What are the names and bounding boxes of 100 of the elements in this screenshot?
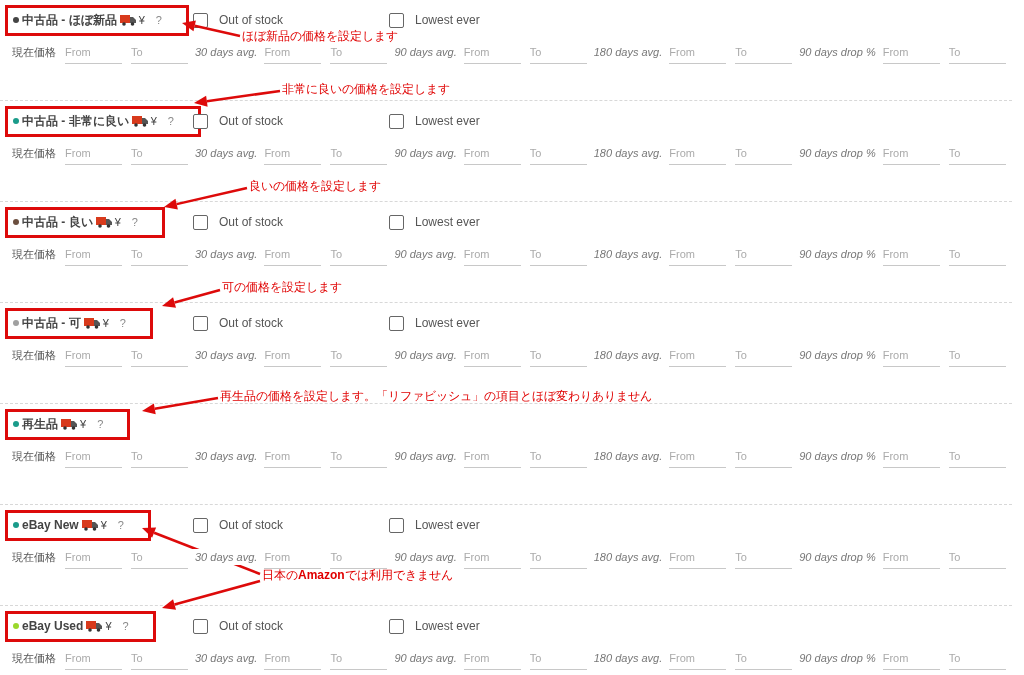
- input-field[interactable]: From: [463, 545, 521, 569]
- input-field[interactable]: To: [948, 444, 1006, 468]
- condition-label: 中古品 - 可: [22, 315, 81, 332]
- input-field[interactable]: From: [65, 343, 122, 367]
- input-field[interactable]: To: [529, 343, 587, 367]
- input-field[interactable]: To: [529, 444, 587, 468]
- checkbox[interactable]: [389, 517, 404, 533]
- row-label: 現在価格: [12, 246, 57, 262]
- input-field[interactable]: From: [264, 545, 322, 569]
- input-field[interactable]: From: [65, 444, 122, 468]
- input-field[interactable]: From: [264, 646, 322, 670]
- truck-icon: [61, 418, 77, 430]
- input-field[interactable]: To: [948, 242, 1006, 266]
- input-field[interactable]: From: [264, 141, 322, 165]
- input-field[interactable]: To: [529, 40, 587, 64]
- truck-icon: [131, 115, 148, 127]
- condition-label: eBay Used: [22, 618, 84, 635]
- input-field[interactable]: From: [65, 141, 122, 165]
- input-field[interactable]: From: [264, 242, 322, 266]
- input-field[interactable]: From: [669, 545, 727, 569]
- help-icon[interactable]: ?: [119, 314, 126, 332]
- input-field[interactable]: From: [882, 646, 940, 670]
- checkbox-label: Out of stock: [219, 517, 284, 534]
- annotation-text: 日本のAmazonでは利用できません: [262, 567, 453, 583]
- checkbox[interactable]: [389, 113, 404, 129]
- input-field[interactable]: To: [529, 646, 587, 670]
- input-field[interactable]: From: [882, 343, 940, 367]
- checkbox[interactable]: [389, 618, 404, 634]
- checkbox[interactable]: [389, 12, 404, 28]
- checkbox[interactable]: [193, 618, 208, 634]
- help-icon[interactable]: ?: [122, 617, 129, 635]
- input-field[interactable]: From: [65, 646, 122, 670]
- help-icon[interactable]: ?: [155, 11, 162, 29]
- input-field[interactable]: From: [882, 141, 940, 165]
- condition-label: 中古品 - 非常に良い: [22, 113, 129, 130]
- input-field[interactable]: From: [463, 141, 521, 165]
- checkbox-label: Lowest ever: [415, 517, 480, 534]
- input-field[interactable]: From: [463, 40, 521, 64]
- row-label: 現在価格: [12, 549, 57, 565]
- truck-icon: [119, 14, 136, 26]
- annotation-text: 可の価格を設定します: [222, 279, 342, 295]
- checkbox[interactable]: [193, 315, 208, 331]
- input-field[interactable]: From: [669, 646, 727, 670]
- checkbox-label: Lowest ever: [415, 214, 480, 231]
- input-field[interactable]: To: [529, 141, 587, 165]
- input-field[interactable]: From: [65, 545, 122, 569]
- input-field[interactable]: From: [882, 242, 940, 266]
- checkbox-label: Lowest ever: [415, 315, 480, 332]
- input-field[interactable]: From: [669, 444, 727, 468]
- input-field[interactable]: From: [463, 444, 521, 468]
- input-field[interactable]: To: [948, 141, 1006, 165]
- truck-icon: [86, 620, 103, 632]
- input-field[interactable]: From: [669, 141, 727, 165]
- input-field[interactable]: From: [669, 343, 727, 367]
- annotation-text: 非常に良いの価格を設定します: [282, 81, 450, 97]
- condition-label: 中古品 - 良い: [22, 214, 93, 231]
- input-field[interactable]: From: [882, 40, 940, 64]
- checkbox[interactable]: [389, 315, 404, 331]
- input-field[interactable]: From: [882, 444, 940, 468]
- input-field[interactable]: From: [463, 242, 521, 266]
- input-field[interactable]: From: [882, 545, 940, 569]
- input-field[interactable]: To: [529, 242, 587, 266]
- input-field[interactable]: From: [463, 646, 521, 670]
- truck-icon: [81, 519, 98, 531]
- checkbox[interactable]: [193, 517, 208, 533]
- help-icon[interactable]: ?: [117, 516, 124, 534]
- currency-symbol: ¥: [138, 12, 145, 28]
- input-field[interactable]: From: [669, 40, 727, 64]
- input-field[interactable]: From: [264, 444, 322, 468]
- annotation-text: 再生品の価格を設定します。「リファビッシュ」の項目とほぼ変わりありません: [220, 388, 652, 404]
- input-field[interactable]: From: [65, 40, 122, 64]
- help-icon[interactable]: ?: [97, 415, 104, 433]
- currency-symbol: ¥: [105, 618, 112, 634]
- currency-symbol: ¥: [80, 416, 87, 432]
- checkbox-label: Lowest ever: [415, 618, 480, 635]
- checkbox[interactable]: [193, 214, 208, 230]
- input-field[interactable]: To: [529, 545, 587, 569]
- row-label: 現在価格: [12, 347, 57, 363]
- input-field[interactable]: To: [948, 40, 1006, 64]
- truck-icon: [83, 317, 100, 329]
- input-field[interactable]: To: [948, 646, 1006, 670]
- currency-symbol: ¥: [100, 517, 107, 533]
- checkbox-label: Out of stock: [219, 113, 284, 130]
- row-label: 現在価格: [12, 650, 57, 666]
- input-field[interactable]: From: [669, 242, 727, 266]
- checkbox-label: Lowest ever: [415, 113, 480, 130]
- input-field[interactable]: To: [948, 545, 1006, 569]
- truck-icon: [95, 216, 112, 228]
- condition-label: 再生品: [22, 416, 58, 433]
- row-label: 現在価格: [12, 145, 57, 161]
- help-icon[interactable]: ?: [167, 112, 174, 130]
- input-field[interactable]: To: [948, 343, 1006, 367]
- input-field[interactable]: From: [264, 343, 322, 367]
- help-icon[interactable]: ?: [131, 213, 138, 231]
- checkbox[interactable]: [193, 113, 208, 129]
- input-field[interactable]: From: [65, 242, 122, 266]
- input-field[interactable]: From: [463, 343, 521, 367]
- annotation-text: 良いの価格を設定します: [249, 178, 381, 194]
- checkbox-label: Out of stock: [219, 214, 284, 231]
- checkbox[interactable]: [389, 214, 404, 230]
